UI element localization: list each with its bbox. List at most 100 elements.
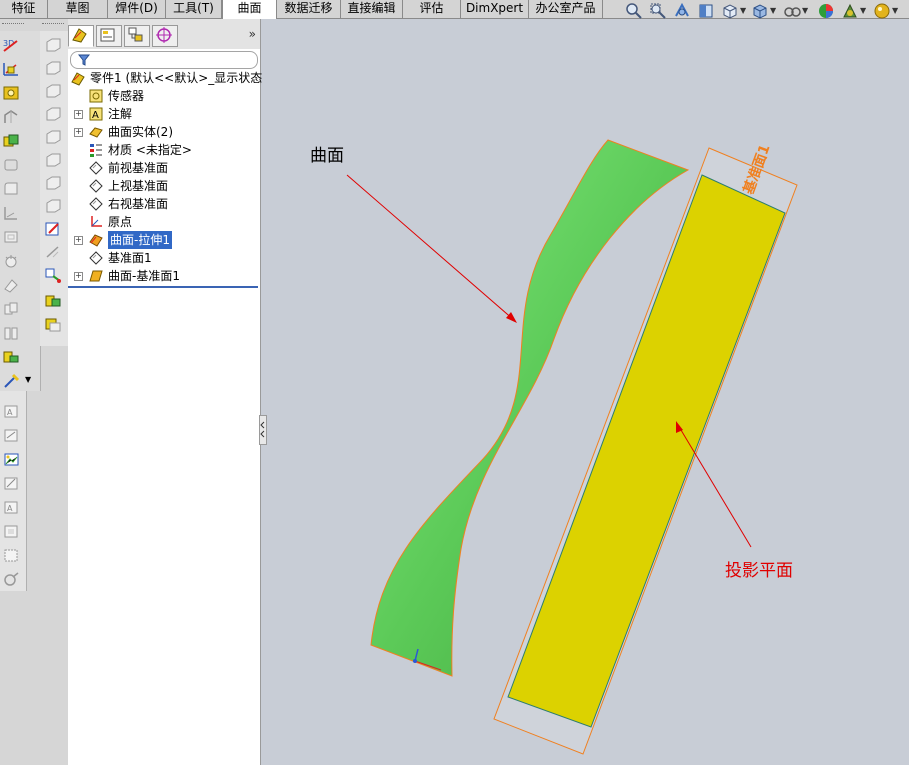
- edit-appearance-icon[interactable]: [817, 2, 835, 20]
- configuration-manager-tab[interactable]: [124, 25, 150, 47]
- graphics-area[interactable]: 曲面 投影平面 基准面1: [261, 19, 909, 765]
- tree-node-label: 材质 <未指定>: [108, 143, 192, 157]
- view-orientation-dropdown-icon[interactable]: ▼: [740, 6, 746, 15]
- tree-node[interactable]: + 曲面-基准面1: [74, 267, 258, 285]
- sketch-icon[interactable]: [44, 221, 62, 237]
- geometry-analysis-icon[interactable]: [3, 571, 21, 587]
- view-settings-icon[interactable]: [873, 2, 891, 20]
- view-orientation-icon[interactable]: [721, 2, 739, 20]
- zoom-to-fit-icon[interactable]: [625, 2, 643, 20]
- check-icon[interactable]: [3, 547, 21, 563]
- smart-dimension-icon[interactable]: [3, 427, 21, 443]
- boundary-surface-icon[interactable]: [2, 157, 20, 173]
- lofted-surface-icon[interactable]: [2, 133, 20, 149]
- lofted-cut-icon[interactable]: [44, 198, 62, 214]
- previous-view-icon[interactable]: [673, 2, 691, 20]
- lofted-boss-icon[interactable]: [44, 106, 62, 122]
- feature-manager-tab-icon: [72, 28, 87, 43]
- tree-node[interactable]: 基准面1: [88, 249, 258, 267]
- thicken-icon[interactable]: [2, 349, 20, 365]
- plane-icon: [89, 161, 103, 175]
- revolved-boss-icon[interactable]: [44, 60, 62, 76]
- swept-boss-icon[interactable]: [44, 83, 62, 99]
- revolved-cut-icon[interactable]: [44, 152, 62, 168]
- surface-arrow: [346, 174, 515, 321]
- knit-surface-icon[interactable]: [2, 301, 20, 317]
- tree-expander-icon[interactable]: +: [74, 128, 83, 137]
- mass-properties-icon[interactable]: A: [3, 499, 21, 515]
- flyout-dropdown-icon[interactable]: ▼: [25, 375, 31, 384]
- section-view-icon[interactable]: [697, 2, 715, 20]
- tree-node[interactable]: 零件1 (默认<<默认>_显示状态: [70, 69, 262, 87]
- display-style-icon[interactable]: [751, 2, 769, 20]
- tree-node[interactable]: + 曲面-拉伸1: [74, 231, 258, 249]
- feature-manager-panel: » 零件1 (默认<<默认>_显示状态 传感器 + A 注解 + 曲面实体(2) 材质 <未指…: [68, 19, 262, 765]
- swept-cut-icon[interactable]: [44, 175, 62, 191]
- property-manager-tab[interactable]: [96, 25, 122, 47]
- feature-tree-filter[interactable]: [70, 51, 258, 69]
- extruded-surface-icon[interactable]: [2, 61, 20, 77]
- dimxpert-manager-tab[interactable]: [152, 25, 178, 47]
- tree-node-label: 曲面-拉伸1: [108, 231, 172, 249]
- tab-surfaces[interactable]: 曲面: [222, 0, 277, 19]
- tree-expander-icon[interactable]: +: [74, 110, 83, 119]
- sketch-fillet-icon[interactable]: [44, 244, 62, 260]
- trim-surface-icon[interactable]: [2, 325, 20, 341]
- composite-curve-icon[interactable]: [44, 317, 62, 333]
- offset-surface-icon[interactable]: [2, 229, 20, 245]
- feature-manager-tab[interactable]: [68, 25, 94, 47]
- expand-panel-icon[interactable]: »: [249, 27, 256, 41]
- toolbar-grip[interactable]: [42, 23, 64, 26]
- 3d-sketch-icon[interactable]: 3D: [2, 37, 20, 53]
- tab-dimxpert[interactable]: DimXpert: [461, 0, 529, 18]
- tree-node-label: 前视基准面: [108, 161, 169, 175]
- tree-node[interactable]: 材质 <未指定>: [88, 141, 258, 159]
- swept-surface-icon[interactable]: [2, 109, 20, 125]
- hide-show-dropdown-icon[interactable]: ▼: [802, 6, 808, 15]
- apply-scene-dropdown-icon[interactable]: ▼: [860, 6, 866, 15]
- tab-evaluate[interactable]: 评估: [403, 0, 461, 18]
- tab-sketch[interactable]: 草图: [48, 0, 108, 18]
- insert-picture-icon[interactable]: [3, 451, 21, 467]
- tree-node[interactable]: 原点: [88, 213, 258, 231]
- model-view: [346, 139, 798, 755]
- section-properties-icon[interactable]: [3, 523, 21, 539]
- move-copy-icon[interactable]: [44, 267, 62, 283]
- radiate-surface-icon[interactable]: [2, 253, 20, 269]
- apply-scene-icon[interactable]: [841, 2, 859, 20]
- toolbar-grip[interactable]: [2, 23, 24, 26]
- tab-direct-editing[interactable]: 直接编辑: [341, 0, 403, 18]
- annotations-icon: A: [89, 107, 103, 121]
- rollback-bar[interactable]: [68, 286, 258, 288]
- tree-node-label: 曲面-基准面1: [108, 269, 180, 283]
- annotation-note-icon[interactable]: A: [3, 403, 21, 419]
- extruded-cut-icon[interactable]: [44, 129, 62, 145]
- view-settings-dropdown-icon[interactable]: ▼: [892, 6, 898, 15]
- surface-callout-label: 曲面: [310, 146, 344, 166]
- tree-expander-icon[interactable]: +: [74, 236, 83, 245]
- tab-features[interactable]: 特征: [0, 0, 48, 18]
- planar-surface-icon[interactable]: [2, 205, 20, 221]
- tree-node[interactable]: + 曲面实体(2): [74, 123, 258, 141]
- tree-node[interactable]: 上视基准面: [88, 177, 258, 195]
- tree-node[interactable]: 传感器: [88, 87, 258, 105]
- filled-surface-icon[interactable]: [2, 181, 20, 197]
- tree-node[interactable]: 右视基准面: [88, 195, 258, 213]
- hide-show-items-icon[interactable]: [783, 2, 801, 20]
- zoom-to-area-icon[interactable]: [649, 2, 667, 20]
- revolved-surface-icon[interactable]: [2, 85, 20, 101]
- measure-icon[interactable]: [3, 475, 21, 491]
- split-line-icon[interactable]: [44, 293, 62, 309]
- ruled-surface-icon[interactable]: [2, 277, 20, 293]
- tab-office-products[interactable]: 办公室产品: [529, 0, 603, 18]
- tab-tools[interactable]: 工具(T): [166, 0, 222, 18]
- tree-node-label: 原点: [108, 215, 133, 229]
- extruded-boss-icon[interactable]: [44, 37, 62, 53]
- tree-expander-icon[interactable]: +: [74, 272, 83, 281]
- tab-weldments[interactable]: 焊件(D): [108, 0, 166, 18]
- display-style-dropdown-icon[interactable]: ▼: [770, 6, 776, 15]
- surface-tools-flyout-icon[interactable]: [2, 373, 20, 389]
- tree-node[interactable]: 前视基准面: [88, 159, 258, 177]
- tab-data-migration[interactable]: 数据迁移: [277, 0, 341, 18]
- tree-node[interactable]: + A 注解: [74, 105, 258, 123]
